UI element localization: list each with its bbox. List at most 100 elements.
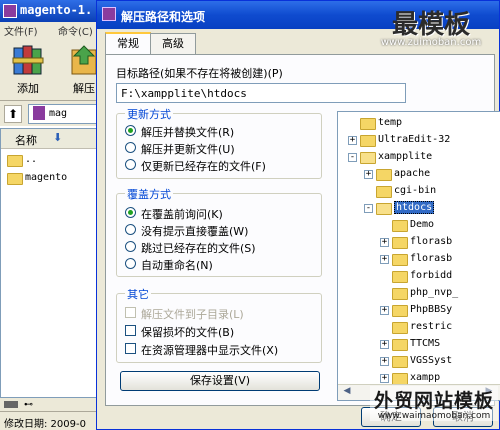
update-mode-title: 更新方式 — [125, 106, 173, 122]
expand-icon[interactable]: + — [348, 136, 357, 145]
expand-icon[interactable]: + — [380, 238, 389, 247]
option-label: 解压并更新文件(U) — [141, 143, 235, 156]
option-label: 没有提示直接覆盖(W) — [141, 225, 249, 238]
folder-icon — [392, 305, 408, 317]
folder-tree[interactable]: temp + UltraEdit-32 - xampplite + apache cgi-bi… — [337, 111, 500, 401]
tree-node-label: restric — [410, 321, 453, 332]
folder-icon — [360, 118, 376, 130]
radio-indicator — [125, 241, 136, 252]
folder-icon — [7, 173, 23, 185]
expand-icon[interactable]: + — [380, 374, 389, 383]
folder-icon — [392, 254, 408, 266]
radio-indicator — [125, 125, 136, 136]
background-menubar: 文件(F) 命令(C) — [0, 22, 110, 38]
folder-icon — [392, 271, 408, 283]
watermark-top-url: www.zuimoban.com — [380, 37, 482, 48]
list-item-label: magento — [25, 172, 68, 183]
list-item[interactable]: magento — [7, 171, 107, 187]
folder-icon — [376, 169, 392, 181]
collapse-icon[interactable]: - — [364, 204, 373, 213]
watermark-bottom-text: 外贸网站模板 — [373, 390, 494, 412]
checkbox-indicator — [125, 307, 136, 318]
expand-icon[interactable]: + — [380, 306, 389, 315]
folder-icon — [376, 203, 392, 215]
tree-node-label: xampplite — [378, 151, 433, 162]
folder-icon — [376, 186, 392, 198]
option-label: 保留损坏的文件(B) — [141, 326, 235, 339]
overwrite-mode-group: 覆盖方式 在覆盖前询问(K) 没有提示直接覆盖(W) 跳过已经存在的文件(S) … — [116, 186, 322, 277]
option-label: 仅更新已经存在的文件(F) — [141, 160, 266, 173]
folder-icon — [392, 322, 408, 334]
background-file-list[interactable]: 名称 ⬇ .. magento — [0, 128, 110, 398]
checkbox-indicator — [125, 325, 136, 336]
up-folder-icon[interactable]: ⬆ — [4, 105, 22, 123]
address-text: mag — [49, 108, 68, 119]
list-item-label: .. — [25, 154, 38, 165]
option-label: 自动重命名(N) — [141, 259, 213, 272]
radio-indicator — [125, 224, 136, 235]
scroll-left-icon[interactable]: ◀ — [340, 386, 354, 399]
menu-command[interactable]: 命令(C) — [58, 23, 93, 38]
folder-icon — [360, 152, 376, 164]
target-path-input[interactable]: F:\xampplite\htdocs — [116, 83, 406, 103]
name-column-header[interactable]: 名称 ⬇ — [1, 129, 109, 149]
option-label: 在覆盖前询问(K) — [141, 208, 223, 221]
tree-node-label: florasb — [410, 236, 453, 247]
expand-icon[interactable]: + — [380, 357, 389, 366]
tab-advanced[interactable]: 高级 — [150, 33, 196, 54]
expand-icon[interactable]: + — [364, 170, 373, 179]
sort-arrow-icon: ⬇ — [53, 131, 63, 144]
misc-group: 其它 解压文件到子目录(L) 保留损坏的文件(B) 在资源管理器中显示文件(X) — [116, 286, 322, 363]
misc-title: 其它 — [125, 286, 151, 302]
expand-icon[interactable]: + — [380, 255, 389, 264]
archive-icon — [33, 106, 45, 120]
name-column-label: 名称 — [15, 134, 37, 147]
tree-node-label: xampp — [410, 372, 441, 383]
drive-icon — [4, 401, 18, 408]
watermark-top-text: 最模板 — [391, 10, 470, 40]
tab-general[interactable]: 常规 — [105, 32, 151, 56]
tree-node-label: VGSSyst — [410, 355, 453, 366]
option-label: 解压文件到子目录(L) — [141, 308, 244, 321]
key-icon: ⊷ — [24, 400, 33, 410]
tree-node-label: UltraEdit-32 — [378, 134, 451, 145]
folder-icon — [392, 356, 408, 368]
folder-icon — [360, 135, 376, 147]
checkbox-indicator — [125, 343, 136, 354]
winrar-app-icon — [3, 4, 17, 18]
add-button[interactable]: 添加 — [6, 42, 50, 98]
radio-indicator — [125, 258, 136, 269]
background-status-bar: ⊷ 修改日期: 2009-0 — [0, 398, 110, 430]
target-path-label: 目标路径(如果不存在将被创建)(P) — [116, 67, 283, 80]
radio-indicator — [125, 142, 136, 153]
option-label: 解压并替换文件(R) — [141, 126, 235, 139]
save-settings-button[interactable]: 保存设置(V) — [120, 371, 320, 391]
expand-icon[interactable]: + — [380, 340, 389, 349]
option-label: 跳过已经存在的文件(S) — [141, 242, 256, 255]
tree-node-label: florasb — [410, 253, 453, 264]
dialog-app-icon — [102, 7, 116, 21]
winrar-books-icon — [12, 45, 44, 75]
folder-icon — [392, 339, 408, 351]
watermark-bottom: 外贸网站模板 www.waimaomoban.com — [370, 386, 498, 421]
radio-indicator — [125, 159, 136, 170]
tree-node-label: TTCMS — [410, 338, 441, 349]
tree-node-label: PhpBBSy — [410, 304, 453, 315]
folder-icon — [392, 288, 408, 300]
tree-node-label: cgi-bin — [394, 185, 437, 196]
tree-node-label: Demo — [410, 219, 435, 230]
tree-node-label: temp — [378, 117, 403, 128]
menu-file[interactable]: 文件(F) — [4, 23, 38, 38]
tree-node-label: apache — [394, 168, 431, 179]
background-toolbar: 添加 解压 — [0, 38, 110, 100]
folder-icon — [392, 237, 408, 249]
list-item[interactable]: .. — [7, 153, 107, 169]
background-window-title: magento-1. — [20, 3, 93, 17]
folder-icon — [7, 155, 23, 167]
tree-node-label: htdocs — [394, 201, 435, 214]
extract-options-dialog: 解压路径和选项 常规 高级 目标路径(如果不存在将被创建)(P) F:\xamp… — [96, 0, 500, 430]
collapse-icon[interactable]: - — [348, 153, 357, 162]
radio-indicator — [125, 207, 136, 218]
status-text: 修改日期: 2009-0 — [4, 419, 86, 430]
overwrite-mode-title: 覆盖方式 — [125, 186, 173, 202]
